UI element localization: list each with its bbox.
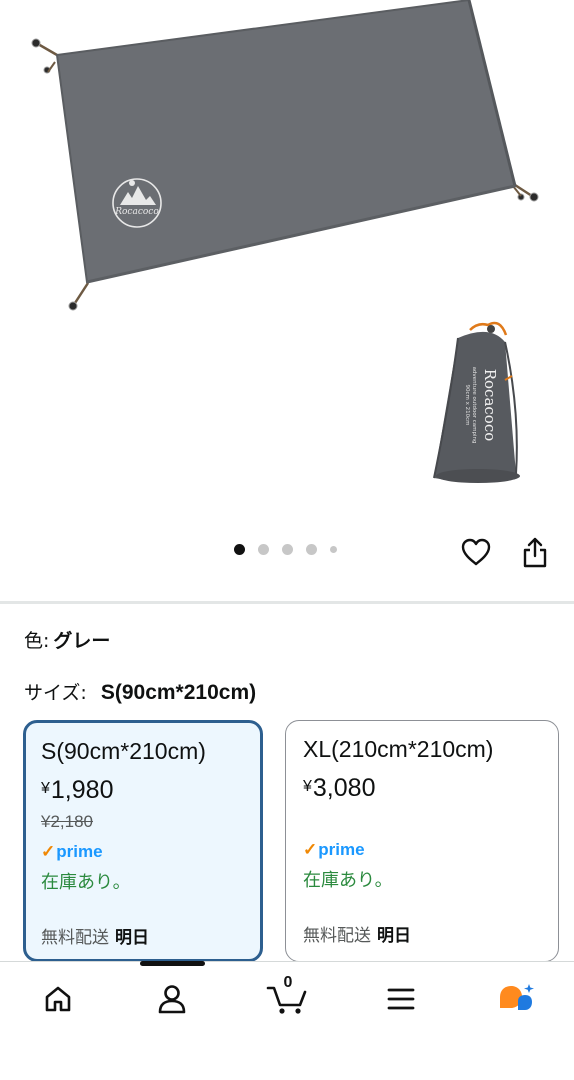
bottom-navigation: 0 <box>0 961 574 1080</box>
price-value: 1,980 <box>50 776 114 804</box>
stock-status: 在庫あり。 <box>41 872 131 893</box>
image-controls-row <box>0 520 574 580</box>
currency-symbol: ¥ <box>303 778 312 795</box>
option-price: ¥1,980 <box>41 776 113 805</box>
option-title: S(90cm*210cm) <box>41 738 206 764</box>
prime-check-icon: ✓ <box>41 842 56 861</box>
size-value: S(90cm*210cm) <box>100 681 257 704</box>
bag-subtext-2: 90cm x 210cm <box>464 384 470 425</box>
stock-status: 在庫あり。 <box>303 870 393 891</box>
option-title: XL(210cm*210cm) <box>303 736 494 762</box>
carousel-pagination[interactable] <box>234 544 350 555</box>
carousel-dot[interactable] <box>234 544 245 555</box>
size-label: サイズ: <box>24 682 87 704</box>
carousel-dot[interactable] <box>282 544 293 555</box>
share-button[interactable] <box>517 533 553 571</box>
heart-icon <box>461 538 491 566</box>
carousel-dot[interactable] <box>258 544 269 555</box>
rufus-assistant-icon <box>500 984 534 1010</box>
bag-subtext-1: adventure outdoor camping <box>471 367 477 444</box>
bag-brand-text: Rocacoco <box>481 369 499 442</box>
section-divider <box>0 601 574 604</box>
product-image-gallery[interactable]: Rocacoco Rocacoco adventure outdoor camp… <box>0 0 574 520</box>
nav-home[interactable] <box>33 979 83 1019</box>
prime-check-icon: ✓ <box>303 840 318 859</box>
size-option-s[interactable]: S(90cm*210cm) ¥1,980 ¥2,180 ✓ prime 在庫あり。… <box>23 720 263 962</box>
size-option-xl[interactable]: XL(210cm*210cm) ¥3,080 ✓ prime 在庫あり。 無料配送… <box>285 720 559 962</box>
prime-label: prime <box>318 840 365 859</box>
color-selection: 色: グレー <box>24 626 110 653</box>
delivery-label: 無料配送 <box>41 928 109 948</box>
account-icon <box>158 985 186 1014</box>
home-icon <box>45 986 71 1012</box>
carousel-dot[interactable] <box>330 546 337 553</box>
prime-badge: ✓ prime <box>303 840 365 860</box>
prime-badge: ✓ prime <box>41 842 103 862</box>
share-icon <box>523 537 547 568</box>
scroll-indicator <box>140 961 205 966</box>
color-value: グレー <box>53 630 111 652</box>
nav-menu[interactable] <box>376 979 426 1019</box>
tarp-illustration: Rocacoco Rocacoco adventure outdoor camp… <box>31 0 539 483</box>
color-label: 色: <box>24 630 50 652</box>
wishlist-button[interactable] <box>458 534 494 570</box>
delivery-label: 無料配送 <box>303 926 371 946</box>
delivery-day: 明日 <box>377 926 411 946</box>
list-price: ¥2,180 <box>41 812 93 831</box>
cart-count-badge: 0 <box>283 974 293 991</box>
delivery-day: 明日 <box>115 928 149 948</box>
delivery-info: 無料配送 明日 <box>303 921 411 946</box>
nav-account[interactable] <box>147 979 197 1019</box>
currency-symbol: ¥ <box>41 780 50 797</box>
size-selection: サイズ: S(90cm*210cm) <box>24 678 256 705</box>
tarp-brand-text: Rocacoco <box>114 207 159 217</box>
nav-rufus[interactable] <box>491 979 541 1019</box>
menu-icon <box>387 988 415 1010</box>
option-price: ¥3,080 <box>303 774 375 803</box>
delivery-info: 無料配送 明日 <box>41 923 149 948</box>
carousel-dot[interactable] <box>306 544 317 555</box>
prime-label: prime <box>56 842 103 861</box>
price-value: 3,080 <box>312 774 376 802</box>
